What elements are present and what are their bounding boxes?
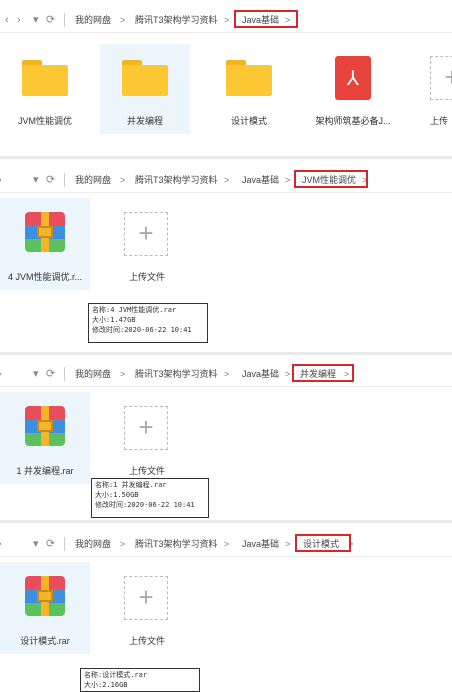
- folder-item-patterns[interactable]: 设计模式: [204, 44, 294, 134]
- file-label: 4 JVM性能调优.r...: [7, 272, 82, 282]
- breadcrumb-bar: › ▾ ⟳ 我的网盘 > 腾讯T3架构学习资料 > Java基础 > 设计模式 …: [0, 532, 452, 557]
- upload-label: 上传文件: [128, 466, 165, 476]
- dropdown-icon[interactable]: ▾: [33, 532, 39, 556]
- upload-icon: +: [124, 406, 168, 450]
- chevron-right-icon: >: [285, 539, 291, 549]
- file-label: 架构师筑基必备J...: [315, 116, 391, 126]
- breadcrumb-course[interactable]: 腾讯T3架构学习资料: [135, 168, 218, 192]
- chevron-right-icon: >: [120, 175, 126, 185]
- dropdown-icon[interactable]: ▾: [33, 362, 39, 386]
- file-item-pdf[interactable]: ⅄ 架构师筑基必备J...: [308, 44, 398, 134]
- highlight-box: [294, 170, 368, 188]
- breadcrumb-java[interactable]: Java基础: [242, 168, 279, 192]
- tooltip-size: 大小:1.50GB: [95, 491, 139, 499]
- divider: [64, 173, 65, 187]
- tooltip-name: 名称:设计模式.rar: [84, 671, 148, 679]
- upload-item[interactable]: + 上传文件: [102, 392, 192, 484]
- breadcrumb-bar: › ▾ ⟳ 我的网盘 > 腾讯T3架构学习资料 > Java基础 > 并发编程 …: [0, 362, 452, 387]
- file-item-rar[interactable]: 1 并发编程.rar: [0, 392, 90, 484]
- breadcrumb-root[interactable]: 我的网盘: [75, 8, 111, 32]
- upload-label: 上传: [430, 116, 449, 126]
- breadcrumb-course[interactable]: 腾讯T3架构学习资料: [135, 362, 218, 386]
- file-tooltip: 名称:4 JVM性能调优.rar 大小:1.47GB 修改时间:2020-06-…: [88, 303, 208, 343]
- chevron-right-icon: >: [224, 175, 230, 185]
- breadcrumb-bar: ‹ › ▾ ⟳ 我的网盘 > 腾讯T3架构学习资料 > Java基础 >: [0, 8, 452, 33]
- tooltip-name: 名称:4 JVM性能调优.rar: [92, 306, 177, 314]
- folder-item-jvm[interactable]: JVM性能调优: [0, 44, 90, 134]
- file-item-rar[interactable]: 4 JVM性能调优.r...: [0, 198, 90, 290]
- folder-item-concurrency[interactable]: 并发编程: [100, 44, 190, 134]
- upload-label: 上传文件: [128, 272, 165, 282]
- chevron-right-icon: >: [285, 175, 291, 185]
- upload-item[interactable]: + 上传: [412, 44, 452, 134]
- section-divider: [0, 520, 452, 523]
- forward-icon[interactable]: ›: [0, 532, 2, 556]
- tooltip-modified: 修改时间:2020-06-22 10:41: [95, 501, 195, 509]
- tooltip-size: 大小:1.47GB: [92, 316, 136, 324]
- file-tooltip: 名称:设计模式.rar 大小:2.16GB: [80, 668, 200, 692]
- divider: [64, 13, 65, 27]
- forward-icon[interactable]: ›: [0, 362, 2, 386]
- tooltip-modified: 修改时间:2020-06-22 10:41: [92, 326, 192, 334]
- breadcrumb-course[interactable]: 腾讯T3架构学习资料: [135, 532, 218, 556]
- chevron-right-icon: >: [224, 369, 230, 379]
- breadcrumb-course[interactable]: 腾讯T3架构学习资料: [135, 8, 218, 32]
- upload-icon: +: [124, 576, 168, 620]
- divider: [64, 537, 65, 551]
- back-icon[interactable]: ‹: [5, 8, 9, 32]
- breadcrumb-java[interactable]: Java基础: [242, 532, 279, 556]
- folder-icon: [22, 60, 68, 96]
- breadcrumb-bar: › ▾ ⟳ 我的网盘 > 腾讯T3架构学习资料 > Java基础 > JVM性能…: [0, 168, 452, 193]
- folder-label: JVM性能调优: [17, 116, 72, 126]
- folder-label: 设计模式: [230, 116, 267, 126]
- upload-item[interactable]: + 上传文件: [102, 198, 192, 290]
- dropdown-icon[interactable]: ▾: [33, 8, 39, 32]
- highlight-box: [292, 364, 354, 382]
- refresh-icon[interactable]: ⟳: [46, 168, 55, 192]
- archive-icon: [25, 406, 65, 446]
- section-divider: [0, 156, 452, 159]
- highlight-box: [295, 534, 351, 552]
- breadcrumb-root[interactable]: 我的网盘: [75, 168, 111, 192]
- tooltip-size: 大小:2.16GB: [84, 681, 128, 689]
- file-item-rar[interactable]: 设计模式.rar: [0, 562, 90, 654]
- breadcrumb-root[interactable]: 我的网盘: [75, 532, 111, 556]
- chevron-right-icon: >: [285, 369, 291, 379]
- upload-icon: +: [124, 212, 168, 256]
- breadcrumb-java[interactable]: Java基础: [242, 362, 279, 386]
- chevron-right-icon: >: [120, 369, 126, 379]
- refresh-icon[interactable]: ⟳: [46, 8, 55, 32]
- chevron-right-icon: >: [120, 15, 126, 25]
- dropdown-icon[interactable]: ▾: [33, 168, 39, 192]
- file-tooltip: 名称:1 并发编程.rar 大小:1.50GB 修改时间:2020-06-22 …: [91, 478, 209, 518]
- chevron-right-icon: >: [224, 15, 230, 25]
- pdf-icon: ⅄: [335, 56, 371, 100]
- chevron-right-icon: >: [224, 539, 230, 549]
- chevron-right-icon: >: [120, 539, 126, 549]
- folder-icon: [226, 60, 272, 96]
- refresh-icon[interactable]: ⟳: [46, 532, 55, 556]
- upload-item[interactable]: + 上传文件: [102, 562, 192, 654]
- upload-icon: +: [430, 56, 452, 100]
- forward-icon[interactable]: ›: [17, 8, 21, 32]
- tooltip-name: 名称:1 并发编程.rar: [95, 481, 167, 489]
- breadcrumb-root[interactable]: 我的网盘: [75, 362, 111, 386]
- forward-icon[interactable]: ›: [0, 168, 2, 192]
- archive-icon: [25, 576, 65, 616]
- archive-icon: [25, 212, 65, 252]
- upload-label: 上传文件: [128, 636, 165, 646]
- highlight-box: [234, 10, 298, 28]
- folder-icon: [122, 60, 168, 96]
- section-divider: [0, 352, 452, 355]
- refresh-icon[interactable]: ⟳: [46, 362, 55, 386]
- file-label: 设计模式.rar: [20, 636, 70, 646]
- file-label: 1 并发编程.rar: [16, 466, 74, 476]
- folder-label: 并发编程: [126, 116, 163, 126]
- divider: [64, 367, 65, 381]
